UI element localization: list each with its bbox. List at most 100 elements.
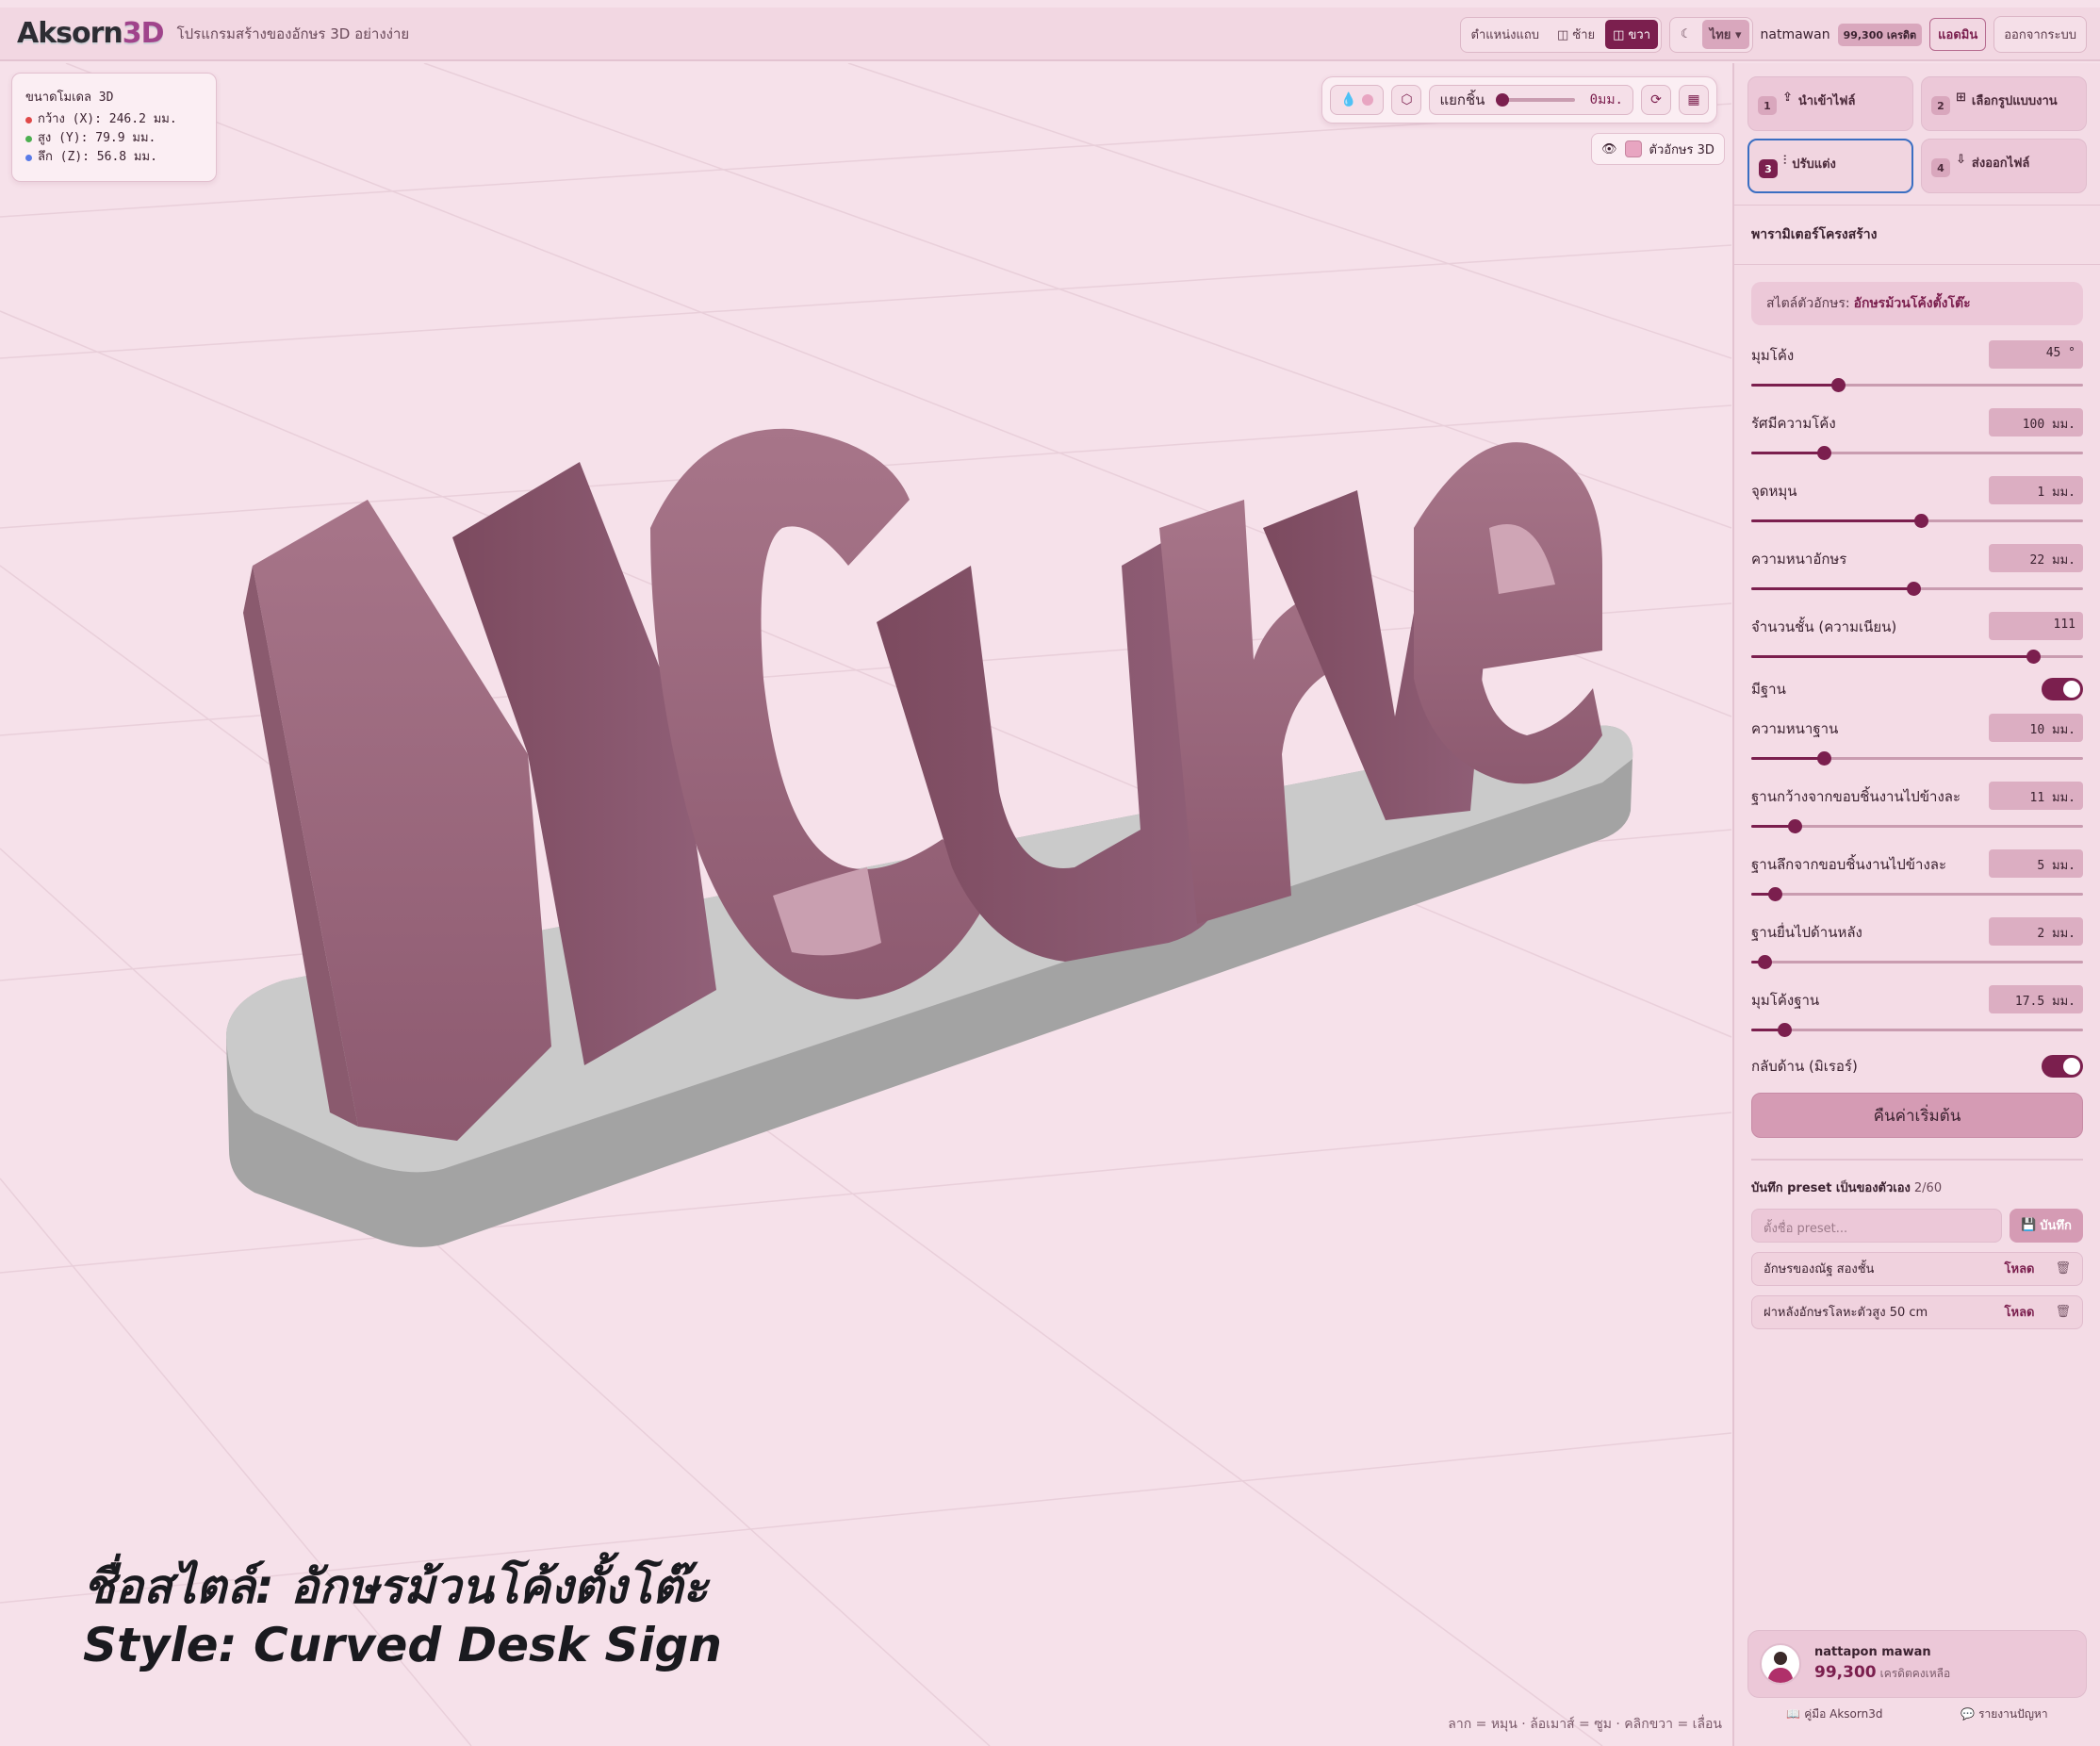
param-slider[interactable] — [1751, 650, 2083, 664]
grid-toggle-button[interactable]: ▦ — [1679, 85, 1709, 115]
y-axis-dot — [25, 135, 32, 142]
param-row: ฐานกว้างจากขอบชิ้นงานไปข้างละ 11 มม. — [1751, 778, 2083, 834]
wizard-steps: 1 ⇪ นำเข้าไฟล์ 2 ⊞ เลือกรูปแบบงาน 3 ⫶ ปรับแต่ง… — [1734, 63, 2100, 206]
param-value-input[interactable]: 111 — [1989, 612, 2083, 640]
param-slider[interactable] — [1751, 378, 2083, 392]
param-slider[interactable] — [1751, 514, 2083, 528]
dim-height: สูง (Y): 79.9 มม. — [38, 131, 156, 145]
param-row: มุมโค้งฐาน 17.5 มม. — [1751, 981, 2083, 1038]
slider-knob[interactable] — [1817, 446, 1832, 460]
param-slider[interactable] — [1751, 446, 2083, 460]
save-preset-button[interactable]: 💾 บันทึก — [2010, 1208, 2083, 1243]
step-import[interactable]: 1 ⇪ นำเข้าไฟล์ — [1747, 76, 1913, 131]
separate-slider[interactable] — [1496, 93, 1576, 107]
separate-control: แยกชิ้น 0มม. — [1429, 85, 1633, 115]
mirror-label: กลับด้าน (มิเรอร์) — [1751, 1058, 1858, 1075]
param-label: รัศมีความโค้ง — [1751, 415, 1836, 432]
param-row: จุดหมุน 1 มม. — [1751, 472, 2083, 529]
letter-style-box: สไตล์ตัวอักษร: อักษรม้วนโค้งตั้งโต๊ะ — [1751, 282, 2083, 325]
layer-color-swatch — [1624, 140, 1642, 157]
param-slider[interactable] — [1751, 955, 2083, 969]
param-slider[interactable] — [1751, 751, 2083, 766]
admin-button[interactable]: แอดมิน — [1929, 18, 1987, 51]
preset-name: อักษรของณัฐ สองชั้น — [1764, 1262, 1875, 1277]
param-label: จุดหมุน — [1751, 483, 1797, 500]
caption-thai: ชื่อสไตล์: อักษรม้วนโค้งตั้งโต๊ะ — [83, 1559, 709, 1614]
base-toggle[interactable] — [2042, 678, 2083, 700]
cube-view-button[interactable]: ⬡ — [1391, 85, 1422, 115]
param-row: รัศมีความโค้ง 100 มม. — [1751, 404, 2083, 461]
slider-knob[interactable] — [1787, 819, 1802, 833]
step-template[interactable]: 2 ⊞ เลือกรูปแบบงาน — [1921, 76, 2087, 131]
3d-viewport[interactable]: ขนาดโมเดล 3D กว้าง (X): 246.2 มม. สูง (Y… — [0, 63, 1731, 1746]
material-button[interactable]: 💧 — [1330, 85, 1385, 115]
preset-name-input[interactable]: ตั้งชื่อ preset... — [1751, 1208, 2002, 1243]
dark-mode-icon[interactable]: ☾ — [1673, 23, 1699, 46]
step-export[interactable]: 4 ⇩ ส่งออกไฟล์ — [1921, 139, 2087, 193]
slider-knob[interactable] — [1913, 514, 1928, 528]
param-value-input[interactable]: 45 ° — [1989, 340, 2083, 369]
step-label: เลือกรูปแบบงาน — [1971, 94, 2058, 108]
param-value-input[interactable]: 2 มม. — [1989, 917, 2083, 946]
step-number: 2 — [1931, 96, 1950, 115]
param-slider[interactable] — [1751, 819, 2083, 833]
panel-position-label: ตำแหน่งแถบ — [1470, 28, 1539, 42]
param-label: ฐานลึกจากขอบชิ้นงานไปข้างละ — [1751, 856, 1947, 873]
slider-knob[interactable] — [2026, 650, 2042, 664]
param-slider[interactable] — [1751, 582, 2083, 596]
style-caption: ชื่อสไตล์: อักษรม้วนโค้งตั้งโต๊ะ Style: … — [83, 1557, 722, 1674]
param-value-input[interactable]: 10 มม. — [1989, 714, 2083, 742]
reset-view-button[interactable]: ⟳ — [1641, 85, 1671, 115]
separate-value: 0มม. — [1589, 92, 1623, 107]
logout-button[interactable]: ออกจากระบบ — [1993, 16, 2087, 53]
color-swatch — [1362, 94, 1374, 106]
mirror-toggle[interactable] — [2042, 1055, 2083, 1078]
model-dimensions-panel: ขนาดโมเดล 3D กว้าง (X): 246.2 มม. สูง (Y… — [11, 73, 217, 182]
language-select[interactable]: ไทย ▾ — [1701, 20, 1749, 49]
param-row: ความหนาฐาน 10 มม. — [1751, 710, 2083, 766]
panel-left-button[interactable]: ◫ ซ้าย — [1550, 20, 1602, 49]
step-number: 3 — [1759, 159, 1778, 178]
app-logo[interactable]: Aksorn3D — [17, 17, 165, 50]
param-value-input[interactable]: 17.5 มม. — [1989, 985, 2083, 1013]
param-label: ฐานกว้างจากขอบชิ้นงานไปข้างละ — [1751, 788, 1961, 805]
reset-defaults-button[interactable]: คืนค่าเริ่มต้น — [1751, 1093, 2083, 1138]
step-number: 4 — [1931, 158, 1950, 177]
slider-knob[interactable] — [1778, 1023, 1793, 1037]
trash-icon[interactable]: 🗑 — [2055, 1261, 2071, 1276]
param-value-input[interactable]: 11 มม. — [1989, 782, 2083, 810]
preset-name: ฝาหลังอักษรโลหะตัวสูง 50 cm — [1764, 1306, 1928, 1320]
text-layer-toggle[interactable]: 👁 ตัวอักษร 3D — [1591, 133, 1725, 165]
3d-scene[interactable] — [0, 63, 1731, 1746]
report-link[interactable]: 💬 รายงานปัญหา — [1961, 1705, 2047, 1723]
slider-knob[interactable] — [1758, 955, 1773, 969]
load-preset-button[interactable]: โหลด — [2005, 1302, 2035, 1322]
guide-link[interactable]: 📖 คู่มือ Aksorn3d — [1786, 1705, 1882, 1723]
profile-card[interactable]: nattapon mawan 99,300 เครดิตคงเหลือ — [1747, 1630, 2087, 1698]
param-label: ฐานยื่นไปด้านหลัง — [1751, 924, 1862, 941]
step-customize[interactable]: 3 ⫶ ปรับแต่ง — [1747, 139, 1913, 193]
top-bar: Aksorn3D โปรแกรมสร้างของอักษร 3D อย่างง่… — [0, 8, 2100, 61]
eye-icon: 👁 — [1601, 141, 1617, 156]
slider-knob[interactable] — [1767, 887, 1782, 901]
base-toggle-label: มีฐาน — [1751, 681, 1786, 698]
viewport-toolbar: 💧 ⬡ แยกชิ้น 0มม. ⟳ ▦ — [1321, 76, 1717, 124]
param-slider[interactable] — [1751, 887, 2083, 901]
trash-icon[interactable]: 🗑 — [2055, 1305, 2071, 1319]
slider-knob[interactable] — [1830, 378, 1846, 392]
settings-panel: 1 ⇪ นำเข้าไฟล์ 2 ⊞ เลือกรูปแบบงาน 3 ⫶ ปรับแต่ง… — [1732, 63, 2100, 1746]
param-row: ความหนาอักษร 22 มม. — [1751, 540, 2083, 597]
param-row: จำนวนชั้น (ความเนียน) 111 — [1751, 608, 2083, 665]
param-value-input[interactable]: 22 มม. — [1989, 544, 2083, 572]
panel-right-button[interactable]: ◫ ขวา — [1605, 20, 1659, 49]
load-preset-button[interactable]: โหลด — [2005, 1259, 2035, 1278]
param-value-input[interactable]: 1 มม. — [1989, 476, 2083, 504]
param-value-input[interactable]: 100 มม. — [1989, 408, 2083, 436]
param-slider[interactable] — [1751, 1023, 2083, 1037]
download-icon: ⇩ — [1956, 153, 1966, 167]
param-value-input[interactable]: 5 มม. — [1989, 849, 2083, 878]
param-row: มุมโค้ง 45 ° — [1751, 337, 2083, 393]
sliders-icon: ⫶ — [1783, 154, 1787, 168]
slider-knob[interactable] — [1817, 751, 1832, 766]
slider-knob[interactable] — [1907, 582, 1922, 596]
